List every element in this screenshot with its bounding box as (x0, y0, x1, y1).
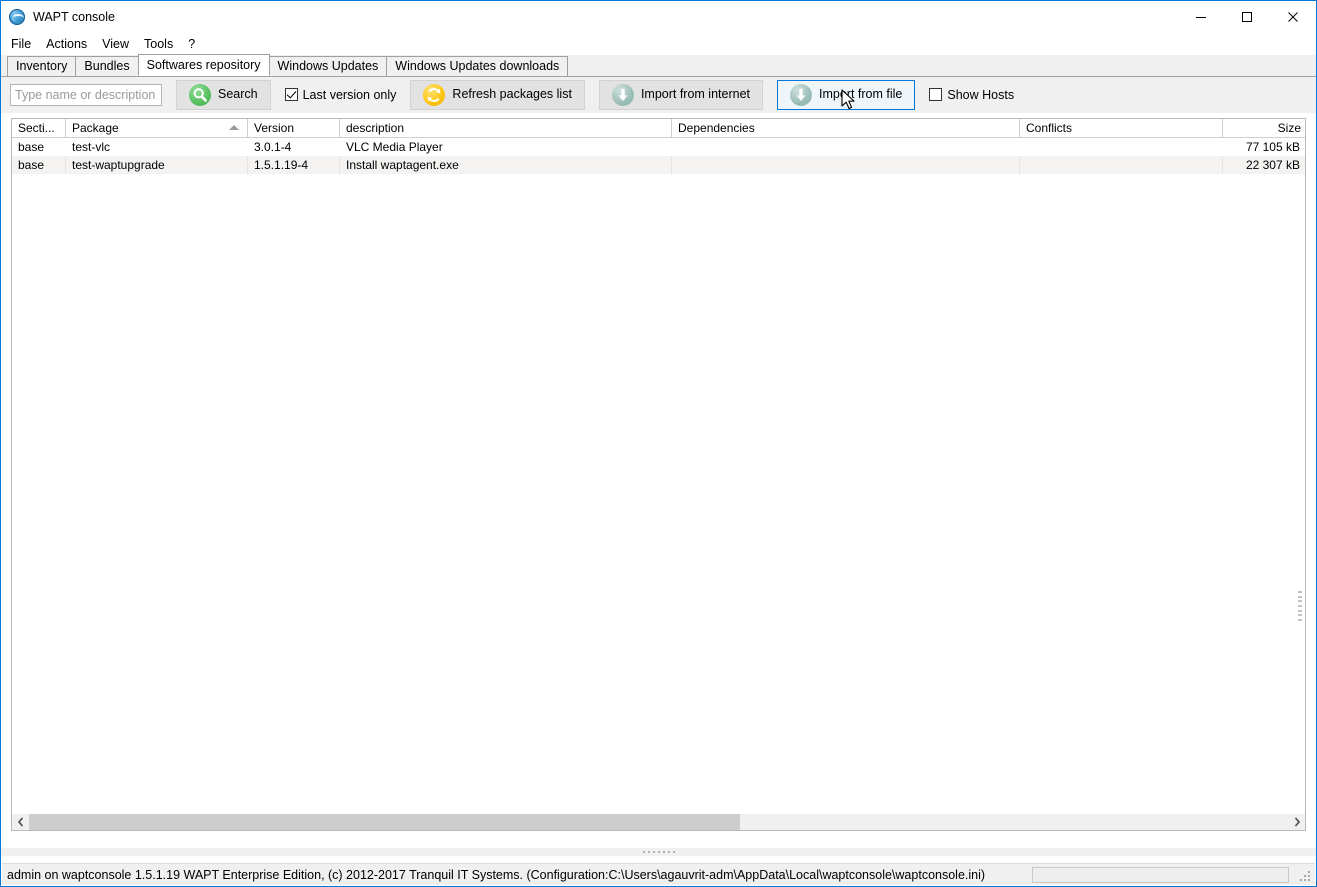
import-from-internet-label: Import from internet (640, 87, 751, 102)
title-bar: WAPT console (1, 1, 1316, 33)
cell-description: VLC Media Player (346, 140, 443, 154)
menu-item-help[interactable]: ? (188, 35, 204, 53)
tab-softwares-repository[interactable]: Softwares repository (137, 54, 270, 76)
cell-description: Install waptagent.exe (340, 156, 672, 174)
column-header-package-label: Package (72, 121, 119, 135)
cell-size: 77 105 kB (1245, 140, 1300, 154)
refresh-packages-list-button[interactable]: Refresh packages list (410, 79, 585, 110)
chevron-left-icon (17, 817, 23, 827)
magnifier-icon (189, 83, 211, 106)
packages-grid-area: Secti... Package Version description Dep… (2, 115, 1315, 831)
status-bar: admin on waptconsole 1.5.1.19 WAPT Enter… (2, 863, 1315, 885)
last-version-only-checkbox[interactable]: Last version only (284, 87, 397, 102)
download-arrow-icon (790, 83, 813, 106)
grid-header-row: Secti... Package Version description Dep… (12, 119, 1305, 138)
window-controls (1178, 1, 1316, 32)
panel-splitter-grip[interactable] (1, 848, 1316, 856)
tab-inventory[interactable]: Inventory (7, 56, 77, 76)
toolbar: Search Last version only Refresh package… (1, 77, 1316, 113)
maximize-icon (1242, 11, 1252, 22)
last-version-only-label: Last version only (302, 87, 397, 102)
column-header-description[interactable]: description (340, 119, 672, 137)
minimize-icon (1196, 16, 1206, 18)
import-from-file-label: Import from file (819, 87, 903, 102)
checkbox-checked-icon (284, 88, 298, 101)
search-button[interactable]: Search (176, 79, 271, 110)
search-input[interactable] (10, 83, 162, 106)
table-row[interactable]: base test-vlc 3.0.1-4 VLC Media Player 7… (12, 138, 1305, 156)
vertical-splitter-grip[interactable] (1297, 589, 1303, 623)
menu-item-actions[interactable]: Actions (46, 35, 96, 53)
sort-ascending-icon (229, 125, 239, 130)
tab-windows-updates[interactable]: Windows Updates (268, 56, 388, 76)
table-row[interactable]: base test-waptupgrade 1.5.1.19-4 Install… (12, 156, 1305, 174)
cell-size: 22 307 kB (1245, 158, 1300, 172)
horizontal-scrollbar[interactable] (11, 814, 1306, 831)
cell-section: base (12, 156, 66, 174)
cell-package: test-waptupgrade (66, 156, 248, 174)
search-button-label: Search (218, 87, 258, 102)
packages-grid: Secti... Package Version description Dep… (11, 118, 1306, 831)
download-arrow-icon (611, 83, 634, 106)
wapt-globe-icon (9, 9, 25, 25)
close-button[interactable] (1270, 1, 1316, 32)
chevron-right-icon (1294, 817, 1300, 827)
tab-windows-updates-downloads[interactable]: Windows Updates downloads (386, 56, 569, 76)
window-title: WAPT console (33, 10, 115, 24)
import-from-internet-button[interactable]: Import from internet (598, 79, 764, 110)
scrollbar-thumb[interactable] (29, 814, 740, 830)
cell-dependencies (672, 156, 1020, 174)
show-hosts-checkbox[interactable]: Show Hosts (929, 88, 1014, 102)
cell-section: base (18, 140, 45, 154)
column-header-section[interactable]: Secti... (12, 119, 66, 137)
close-icon (1288, 11, 1298, 22)
wapt-console-window: WAPT console File Actions View Tools ? I… (0, 0, 1317, 887)
show-hosts-label: Show Hosts (947, 87, 1015, 102)
status-bar-text: admin on waptconsole 1.5.1.19 WAPT Enter… (7, 867, 986, 882)
cell-version: 1.5.1.19-4 (248, 156, 340, 174)
cell-conflicts (1020, 138, 1223, 156)
cell-dependencies (672, 138, 1020, 156)
column-header-version[interactable]: Version (248, 119, 340, 137)
menu-item-file[interactable]: File (11, 35, 40, 53)
scroll-left-button[interactable] (12, 814, 29, 830)
column-header-size[interactable]: Size (1223, 119, 1307, 137)
column-header-dependencies[interactable]: Dependencies (672, 119, 1020, 137)
cell-version: 3.0.1-4 (254, 140, 292, 154)
tab-bundles[interactable]: Bundles (75, 56, 139, 76)
scrollbar-track[interactable] (29, 814, 1288, 830)
menu-bar: File Actions View Tools ? (1, 33, 1316, 55)
tab-strip: Inventory Bundles Softwares repository W… (1, 54, 1316, 77)
status-bar-progress-panel (1032, 867, 1289, 883)
menu-item-tools[interactable]: Tools (144, 35, 182, 53)
menu-item-view[interactable]: View (102, 35, 138, 53)
column-header-package[interactable]: Package (66, 119, 248, 137)
cell-package: test-vlc (72, 140, 111, 154)
import-from-file-button[interactable]: Import from file (777, 79, 916, 110)
maximize-button[interactable] (1224, 1, 1270, 32)
refresh-circular-arrows-icon (423, 83, 446, 106)
refresh-packages-list-label: Refresh packages list (452, 87, 572, 102)
checkbox-unchecked-icon (929, 88, 943, 101)
column-header-conflicts[interactable]: Conflicts (1020, 119, 1223, 137)
cell-conflicts (1020, 156, 1223, 174)
window-resize-grip[interactable] (1300, 871, 1312, 883)
minimize-button[interactable] (1178, 1, 1224, 32)
scroll-right-button[interactable] (1288, 814, 1305, 830)
